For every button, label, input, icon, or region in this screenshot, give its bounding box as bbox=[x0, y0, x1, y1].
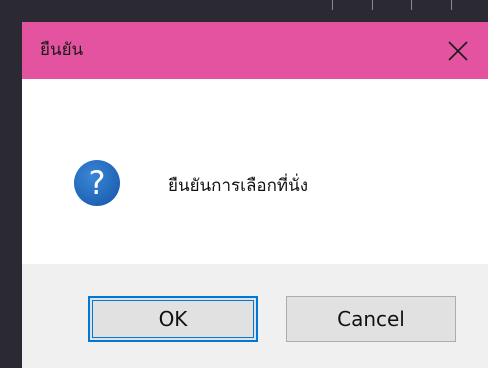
dialog-message: ยืนยันการเลือกที่นั่ง bbox=[168, 176, 308, 196]
background-window-strip bbox=[0, 0, 488, 22]
dialog-titlebar[interactable]: ยืนยัน bbox=[22, 22, 488, 79]
dialog-title: ยืนยัน bbox=[40, 40, 84, 60]
ok-button[interactable]: OK bbox=[88, 296, 258, 342]
close-icon bbox=[448, 40, 468, 61]
dialog-footer: OK Cancel bbox=[22, 264, 488, 368]
dialog-body: ? ยืนยันการเลือกที่นั่ง bbox=[22, 79, 488, 264]
ok-button-label: OK bbox=[158, 307, 188, 331]
background-ruler-ticks bbox=[332, 0, 452, 10]
question-icon: ? bbox=[74, 160, 120, 206]
close-button[interactable] bbox=[428, 22, 488, 79]
svg-text:?: ? bbox=[89, 164, 106, 202]
cancel-button[interactable]: Cancel bbox=[286, 296, 456, 342]
cancel-button-label: Cancel bbox=[337, 307, 405, 331]
confirm-dialog: ยืนยัน ? ยืนยันการเลือกที่นั่ง OK Cancel bbox=[22, 22, 488, 368]
